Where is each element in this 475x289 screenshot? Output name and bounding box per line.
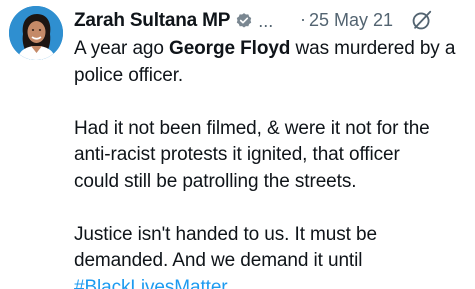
- tweet-line: anti-racist protests it ignited, that of…: [74, 144, 400, 165]
- mention-bold: George Floyd: [169, 38, 291, 59]
- hashtag-link[interactable]: #BlackLivesMatter: [74, 277, 228, 289]
- tweet-line: Justice isn't handed to us. It must be: [74, 223, 377, 245]
- author-name[interactable]: Zarah Sultana MP: [74, 10, 230, 32]
- mute-conversation-icon[interactable]: [411, 9, 433, 31]
- tweet-line: police officer.: [74, 64, 184, 86]
- tweet-line: could still be patrolling the streets.: [74, 170, 357, 192]
- tweet-text: A year ago George Floyd was murdered by …: [74, 36, 470, 289]
- author-avatar[interactable]: [9, 6, 63, 60]
- tweet-date[interactable]: 25 May 21: [309, 10, 393, 31]
- tweet-line: Had it not been filmed, & were it not fo…: [74, 117, 430, 139]
- tweet-header: Zarah Sultana MP ...: [74, 9, 273, 33]
- tweet-line: A year ago George Floyd was murdered by …: [74, 38, 456, 59]
- tweet: Zarah Sultana MP ... · 25 May 21 A year …: [0, 0, 475, 289]
- meta-separator: ·: [300, 9, 306, 29]
- author-handle[interactable]: ...: [258, 11, 273, 32]
- avatar-image: [9, 6, 63, 60]
- tweet-line: demanded. And we demand it until: [74, 250, 363, 271]
- verified-badge-icon[interactable]: [235, 12, 253, 30]
